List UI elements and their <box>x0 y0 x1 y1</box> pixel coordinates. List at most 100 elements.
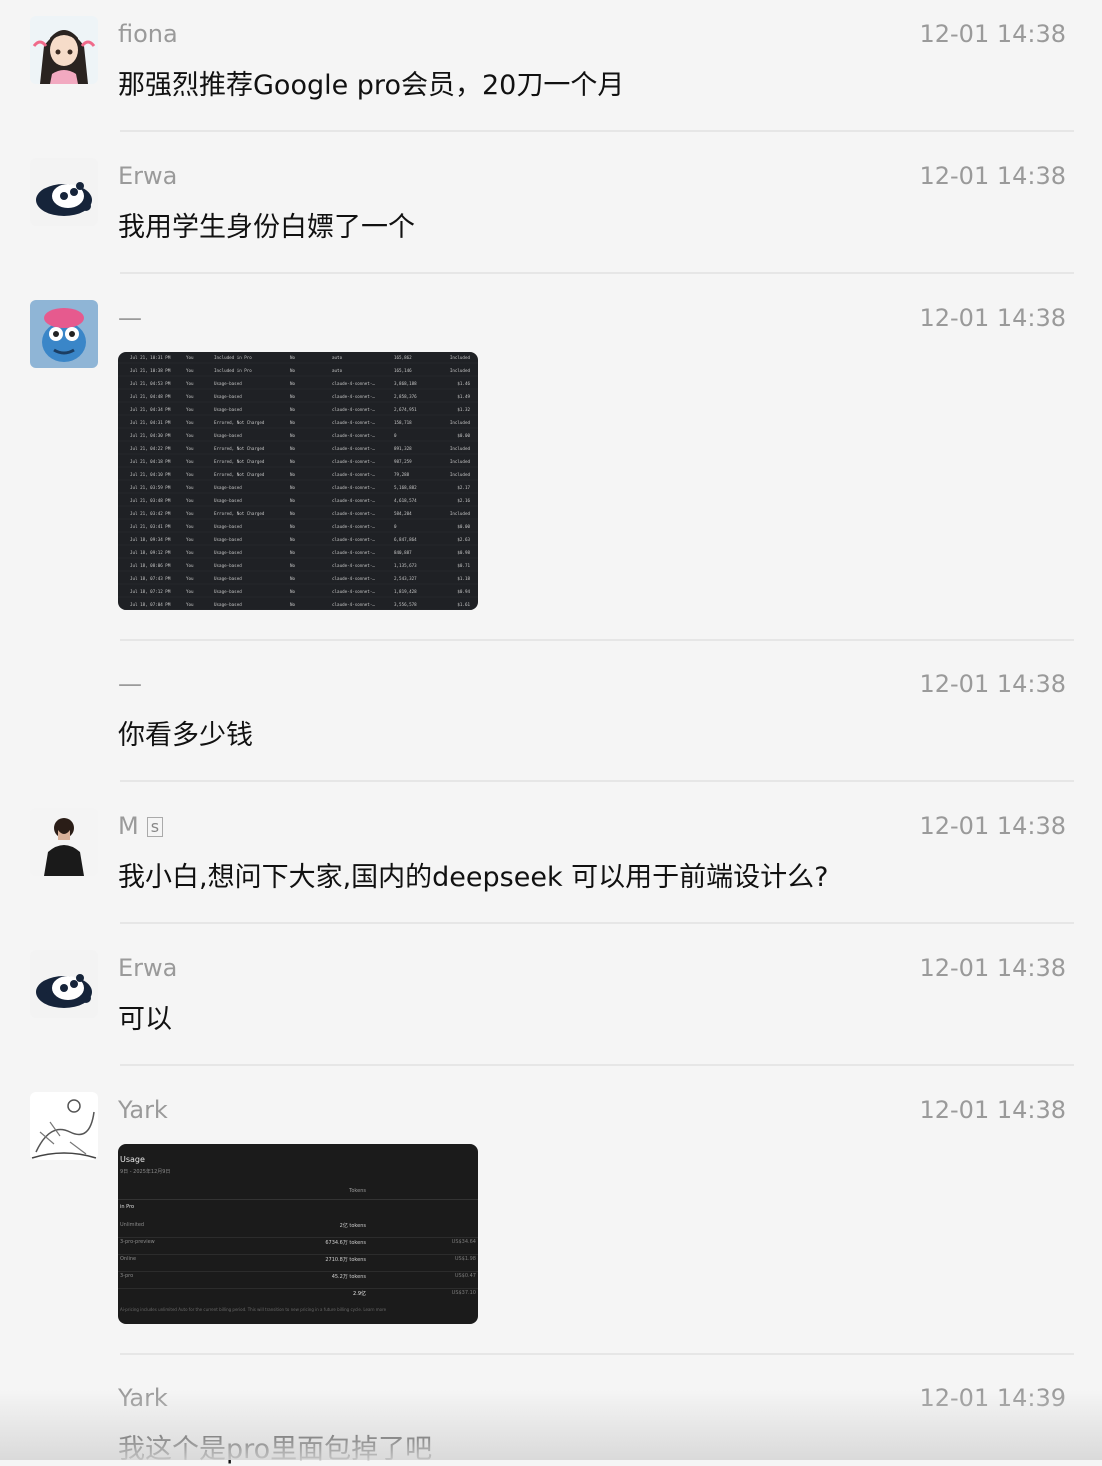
sender-name[interactable]: Yark <box>118 1096 168 1124</box>
usage-table-cell: You <box>186 420 194 425</box>
usage-table-cell: Jul 21, 04:48 PM <box>130 394 171 399</box>
usage-table-cell: You <box>186 407 194 412</box>
usage-row-tokens: 2亿 tokens <box>339 1223 366 1229</box>
usage-table-cell: No <box>290 485 296 490</box>
usage-table-cell: Usage-based <box>214 537 242 542</box>
usage-table-cell: $0.98 <box>457 550 470 555</box>
usage-table-cell: Errored, Not Charged <box>214 472 265 477</box>
usage-table-cell: $2.63 <box>457 537 470 542</box>
usage-table-cell: claude-4-sonnet-… <box>332 407 375 412</box>
usage-table-cell: 584,204 <box>394 511 412 516</box>
usage-row-cost: US$0.47 <box>454 1273 476 1279</box>
usage-table-cell: 79,288 <box>394 472 410 477</box>
usage-table-cell: No <box>290 381 296 386</box>
usage-table-cell: claude-4-sonnet-… <box>332 589 375 594</box>
usage-table-cell: Usage-based <box>214 589 242 594</box>
usage-subtitle: 9日 - 2025年12月9日 <box>120 1169 171 1175</box>
message-text: 我这个是pro里面包掉了吧 <box>118 1434 433 1465</box>
usage-table-cell: No <box>290 394 296 399</box>
usage-row-tokens: 2.9亿 <box>353 1291 366 1297</box>
usage-table-cell: Jul 21, 04:31 PM <box>130 420 171 425</box>
sender-name[interactable]: Yark <box>118 1384 168 1412</box>
usage-row-tokens: 6734.6万 tokens <box>325 1240 366 1246</box>
divider <box>120 272 1074 274</box>
sender-name[interactable]: Erwa <box>118 954 177 982</box>
message-timestamp: 12-01 14:38 <box>919 162 1066 190</box>
avatar[interactable] <box>30 950 98 1018</box>
usage-table-cell: Jul 21, 03:42 PM <box>130 511 171 516</box>
usage-table-row: Jul 21, 04:22 PM You Errored, Not Charged N… <box>118 446 478 455</box>
usage-table-cell: No <box>290 563 296 568</box>
usage-table-cell: Jul 21, 03:48 PM <box>130 498 171 503</box>
message-timestamp: 12-01 14:38 <box>919 1096 1066 1124</box>
usage-table-row: Jul 21, 04:48 PM You Usage-based No claude-4… <box>118 394 478 403</box>
usage-row: 2.9亿 US$37.10 <box>118 1288 478 1305</box>
avatar[interactable] <box>30 1092 98 1160</box>
sender-name[interactable]: Erwa <box>118 162 177 190</box>
divider <box>120 1064 1074 1066</box>
usage-table-cell: 3,868,188 <box>394 381 417 386</box>
usage-table-cell: You <box>186 368 194 373</box>
sender-name[interactable]: Ms <box>118 812 164 840</box>
sender-name[interactable]: fiona <box>118 20 178 48</box>
divider <box>120 780 1074 782</box>
usage-table-cell: You <box>186 472 194 477</box>
sender-name[interactable]: — <box>118 304 142 332</box>
usage-row-cost: US$37.10 <box>451 1290 476 1296</box>
usage-table-cell: 2,674,951 <box>394 407 417 412</box>
avatar[interactable] <box>30 158 98 226</box>
sender-name-label: M <box>118 812 139 840</box>
usage-row: 3-pro-preview 6734.6万 tokens US$34.64 <box>118 1237 478 1255</box>
usage-title: Usage <box>120 1155 145 1164</box>
message-timestamp: 12-01 14:38 <box>919 304 1066 332</box>
usage-row: 3-pro 45.2万 tokens US$0.47 <box>118 1271 478 1289</box>
usage-table-cell: Errored, Not Charged <box>214 459 265 464</box>
usage-table-cell: $1.49 <box>457 394 470 399</box>
usage-table-row: Jul 21, 03:42 PM You Errored, Not Charged N… <box>118 511 478 520</box>
usage-table-cell: Jul 18, 08:06 PM <box>130 563 171 568</box>
usage-table-cell: 3,556,578 <box>394 602 417 607</box>
usage-table-cell: $1.18 <box>457 576 470 581</box>
usage-table-cell: No <box>290 576 296 581</box>
avatar[interactable] <box>30 16 98 84</box>
sender-name[interactable]: — <box>118 670 142 698</box>
usage-table-cell: Included <box>450 459 471 464</box>
usage-table-cell: 6,847,864 <box>394 537 417 542</box>
usage-table-cell: Jul 18, 09:12 PM <box>130 550 171 555</box>
usage-table-cell: Errored, Not Charged <box>214 420 265 425</box>
image-attachment[interactable]: Jul 21, 10:31 PM You Included in Pro No auto… <box>118 352 478 610</box>
usage-table-cell: Usage-based <box>214 563 242 568</box>
image-attachment[interactable]: Usage 9日 - 2025年12月9日 Tokens in Pro Unli… <box>118 1144 478 1324</box>
avatar[interactable] <box>30 808 98 876</box>
usage-table-cell: claude-4-sonnet-… <box>332 602 375 607</box>
usage-table-cell: $2.16 <box>457 498 470 503</box>
usage-table-cell: Included <box>450 420 471 425</box>
divider <box>118 1199 478 1200</box>
usage-row: Unlimited 2亿 tokens <box>118 1220 478 1238</box>
usage-table-cell: No <box>290 472 296 477</box>
usage-table-row: Jul 21, 04:10 PM You Errored, Not Charged N… <box>118 472 478 481</box>
message-timestamp: 12-01 14:39 <box>919 1384 1066 1412</box>
avatar[interactable] <box>30 300 98 368</box>
usage-table-cell: You <box>186 589 194 594</box>
usage-table-cell: Jul 21, 04:30 PM <box>130 433 171 438</box>
usage-table-cell: Usage-based <box>214 433 242 438</box>
usage-table-cell: Jul 21, 04:10 PM <box>130 472 171 477</box>
usage-table-cell: $1.32 <box>457 407 470 412</box>
usage-table-cell: claude-4-sonnet-… <box>332 472 375 477</box>
usage-row-label: Online <box>120 1256 137 1262</box>
usage-table-cell: 891,328 <box>394 446 412 451</box>
usage-table-cell: claude-4-sonnet-… <box>332 459 375 464</box>
usage-table-cell: Jul 21, 03:41 PM <box>130 524 171 529</box>
usage-table-cell: No <box>290 433 296 438</box>
usage-table-cell: Usage-based <box>214 485 242 490</box>
usage-table-cell: Errored, Not Charged <box>214 446 265 451</box>
usage-table-cell: claude-4-sonnet-… <box>332 394 375 399</box>
usage-table-cell: No <box>290 368 296 373</box>
usage-table-row: Jul 21, 04:34 PM You Usage-based No claude-4… <box>118 407 478 416</box>
message-timestamp: 12-01 14:38 <box>919 812 1066 840</box>
usage-table-cell: Jul 21, 10:31 PM <box>130 355 171 360</box>
usage-table-cell: You <box>186 498 194 503</box>
usage-table-cell: auto <box>332 368 343 373</box>
usage-table-cell: No <box>290 511 296 516</box>
